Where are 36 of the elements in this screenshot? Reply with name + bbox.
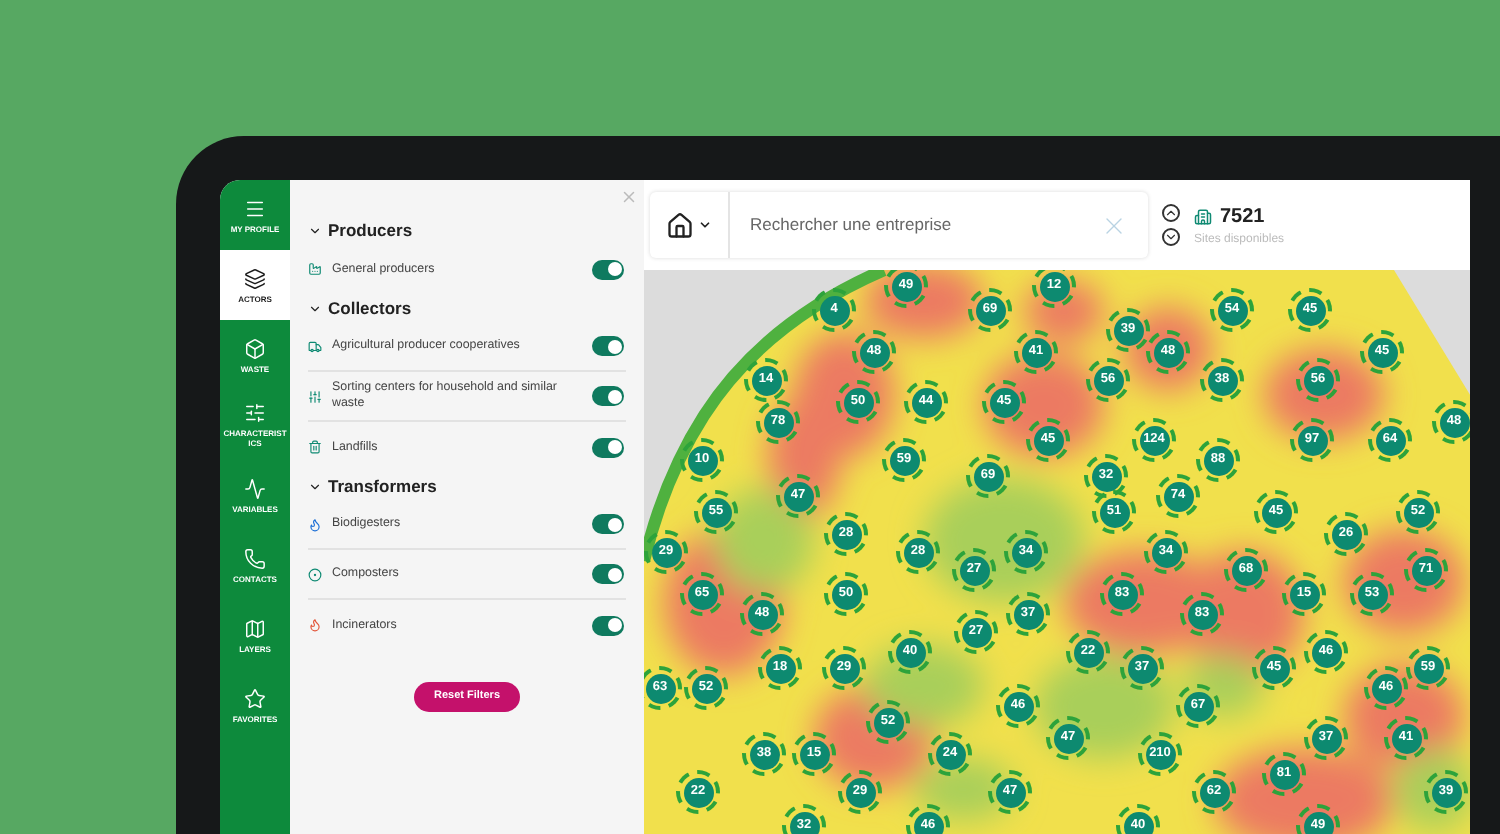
section-header[interactable]: Transformers — [308, 472, 626, 500]
toggle-switch[interactable] — [592, 514, 624, 534]
toggle-switch[interactable] — [592, 615, 624, 635]
cube-icon — [244, 337, 266, 359]
building-icon — [1194, 207, 1212, 225]
flame-icon — [308, 618, 322, 632]
truck-icon — [308, 339, 322, 353]
scroll-down-icon[interactable] — [1162, 228, 1180, 246]
phone-icon — [244, 547, 266, 569]
flame-icon — [308, 517, 322, 531]
caret-icon — [698, 218, 712, 232]
section-header[interactable]: Producers — [308, 216, 626, 244]
outside-area — [1394, 270, 1470, 395]
home-icon — [666, 211, 694, 239]
chevron-icon — [308, 479, 322, 493]
toggle-switch[interactable] — [592, 564, 624, 584]
toggle-switch[interactable] — [592, 336, 624, 356]
map-icon — [244, 617, 266, 639]
sliders-icon — [308, 389, 322, 403]
sliders-icon — [244, 402, 266, 424]
chevron-icon — [308, 301, 322, 315]
section-header[interactable]: Collectors — [308, 294, 626, 322]
star-icon — [244, 687, 266, 709]
trash-icon — [308, 440, 322, 454]
pulse-icon — [244, 477, 266, 499]
menu-icon — [244, 197, 266, 219]
scroll-up-icon[interactable] — [1162, 204, 1180, 222]
chevron-icon — [308, 223, 322, 237]
toggle-switch[interactable] — [592, 386, 624, 406]
search-field[interactable]: Rechercher une entreprise — [730, 212, 1100, 238]
sites-count: 7521 — [1220, 203, 1265, 231]
circle-icon — [308, 567, 322, 581]
toggle-switch[interactable] — [592, 437, 624, 457]
layers-icon — [244, 267, 266, 289]
factory-icon — [308, 262, 322, 276]
toggle-switch[interactable] — [592, 259, 624, 279]
